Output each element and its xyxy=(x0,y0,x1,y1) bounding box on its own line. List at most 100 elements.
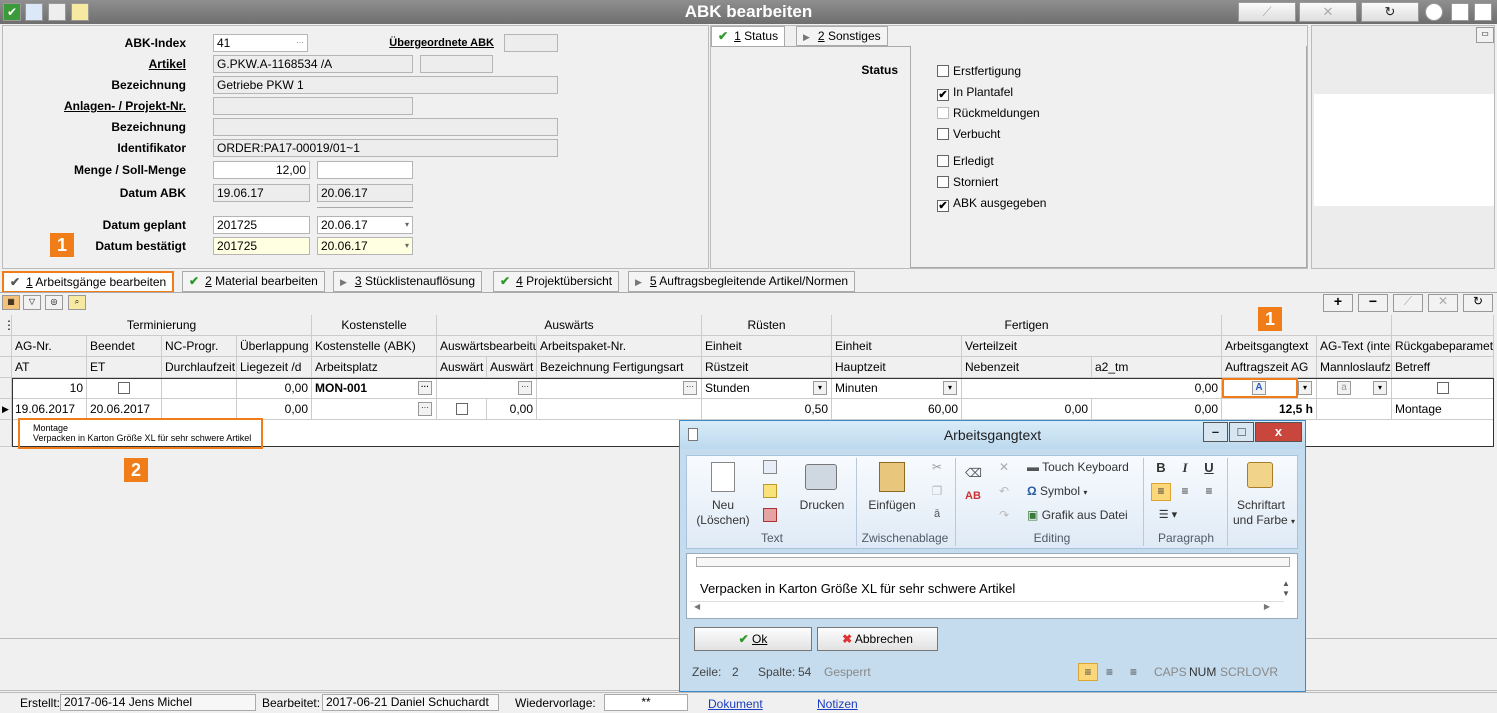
copy-icon[interactable]: ❐ xyxy=(930,484,944,498)
list-icon[interactable]: ☰ ▾ xyxy=(1153,508,1183,521)
col-durchlaufzeit[interactable]: Durchlaufzeit xyxy=(162,357,237,378)
cell-kostenstelle[interactable]: MON-001 ··· xyxy=(312,378,437,399)
cell-auswaerts-value[interactable]: 0,00 xyxy=(487,399,537,420)
font-color-icon[interactable] xyxy=(1247,462,1273,488)
cell-auftragszeit[interactable]: 12,5 h xyxy=(1222,399,1317,420)
datum-geplant-date-input[interactable]: 20.06.17 ▾ xyxy=(317,216,413,234)
status-verbucht[interactable]: Verbucht xyxy=(937,127,1000,141)
cell-liegezeit[interactable]: 0,00 xyxy=(237,399,312,420)
status-align-right-icon[interactable]: ≡ xyxy=(1130,659,1137,685)
checkbox[interactable] xyxy=(455,403,468,415)
col-nc-progr[interactable]: NC-Progr. xyxy=(162,336,237,357)
erase-icon[interactable] xyxy=(763,508,777,522)
editor-text[interactable]: Verpacken in Karton Größe XL für sehr sc… xyxy=(690,579,1284,599)
text-edit-icon[interactable]: a xyxy=(1337,381,1351,395)
dokument-link[interactable]: Dokument xyxy=(708,695,763,713)
bold-button[interactable]: B xyxy=(1153,460,1169,475)
underline-button[interactable]: U xyxy=(1201,460,1217,475)
col-mannloslaufzeit[interactable]: Mannloslaufzeit xyxy=(1317,357,1392,378)
chart-button[interactable]: ⟋ xyxy=(1393,294,1423,312)
bezeichnung2-field[interactable] xyxy=(213,118,558,136)
grafik-button[interactable]: ▣ Grafik aus Datei xyxy=(1027,508,1128,522)
cell-ruestzeit[interactable]: 0,50 xyxy=(702,399,832,420)
cell-ueberlappung[interactable]: 0,00 xyxy=(237,378,312,399)
remove-button[interactable]: − xyxy=(1358,294,1388,312)
tab-auftragsbegleitende[interactable]: ▶ 5 Auftragsbegleitende Artikel/Normen xyxy=(628,271,856,292)
ruler[interactable] xyxy=(696,557,1290,567)
cell-nebenzeit[interactable]: 0,00 xyxy=(962,399,1092,420)
neu-button[interactable]: Neu xyxy=(695,498,751,512)
new-document-icon[interactable] xyxy=(711,462,735,492)
cell-at[interactable]: 19.06.2017 xyxy=(12,399,87,420)
cut-icon[interactable]: ✂ xyxy=(930,460,944,474)
checkbox[interactable]: ✔ xyxy=(937,200,949,212)
soll-menge-input[interactable] xyxy=(317,161,413,179)
ellipsis-icon[interactable]: ··· xyxy=(418,381,432,395)
status-abk-ausgegeben[interactable]: ✔ ABK ausgegeben xyxy=(937,196,1046,212)
col-rueckgabeparameter[interactable]: Rückgabeparameter xyxy=(1392,336,1494,357)
confirm-icon[interactable]: ✔ xyxy=(3,3,21,21)
close-button[interactable]: x xyxy=(1255,422,1302,442)
col-auftragszeit[interactable]: Auftragszeit AG xyxy=(1222,357,1317,378)
cell-beendet[interactable] xyxy=(87,378,162,399)
einfuegen-button[interactable]: Einfügen xyxy=(867,498,917,512)
col-ueberlappung[interactable]: Überlappung xyxy=(237,336,312,357)
abk-index-input[interactable]: 41 ··· xyxy=(213,34,308,52)
italic-button[interactable]: I xyxy=(1177,460,1193,476)
window-icon[interactable] xyxy=(25,3,43,21)
box-icon[interactable] xyxy=(1451,3,1469,21)
artikel-link[interactable]: Artikel xyxy=(30,57,186,71)
checkbox[interactable] xyxy=(937,155,949,167)
col-arbeitsgangtext[interactable]: Arbeitsgangtext xyxy=(1222,336,1317,357)
horizontal-scrollbar[interactable]: ◀ ▶ xyxy=(690,601,1284,614)
search-icon[interactable]: ⌕ xyxy=(68,295,86,310)
cell-nc-progr[interactable] xyxy=(162,378,237,399)
touch-keyboard-button[interactable]: ▬ Touch Keyboard xyxy=(1027,460,1129,474)
maximize-button[interactable]: □ xyxy=(1229,422,1254,442)
abbrechen-button[interactable]: ✖ Abbrechen xyxy=(817,627,938,651)
col-arbeitsplatz[interactable]: Arbeitsplatz xyxy=(312,357,437,378)
cell-hauptzeit[interactable]: 60,00 xyxy=(832,399,962,420)
paste-special-icon[interactable]: ā xyxy=(930,508,944,520)
chevron-down-icon[interactable]: ▾ xyxy=(1298,381,1312,395)
cell-et[interactable]: 20.06.2017 xyxy=(87,399,162,420)
search-icon[interactable] xyxy=(71,3,89,21)
col-fert-einheit[interactable]: Einheit xyxy=(832,336,962,357)
status-align-left-icon[interactable]: ≡ xyxy=(1078,663,1098,681)
add-button[interactable]: + xyxy=(1323,294,1353,312)
col-ag-text-intern[interactable]: AG-Text (intern) xyxy=(1317,336,1392,357)
delete-icon[interactable]: ✕ xyxy=(997,460,1011,474)
checkbox[interactable] xyxy=(937,107,949,119)
uebergeordnete-abk-field[interactable] xyxy=(504,34,558,52)
col-kostenstelle-abk[interactable]: Kostenstelle (ABK) xyxy=(312,336,437,357)
chevron-down-icon[interactable]: ▾ xyxy=(943,381,957,395)
cell-auswaerts[interactable]: ··· xyxy=(437,378,537,399)
cell-ruest-einheit[interactable]: Stunden ▾ xyxy=(702,378,832,399)
datum-bestaetigt-date-input[interactable]: 20.06.17 ▾ xyxy=(317,237,413,255)
drucken-button[interactable]: Drucken xyxy=(795,498,849,512)
scroll-right-icon[interactable]: ▶ xyxy=(1264,602,1270,611)
col-auswaerts-1[interactable]: Auswärt xyxy=(437,357,487,378)
status-in-plantafel[interactable]: ✔ In Plantafel xyxy=(937,85,1013,101)
checkbox[interactable] xyxy=(937,65,949,77)
close-button[interactable]: ✕ xyxy=(1299,2,1357,22)
tab-projektuebersicht[interactable]: ✔ 4 Projektübersicht xyxy=(493,271,620,292)
refresh-button[interactable]: ↻ xyxy=(1361,2,1419,22)
uebergeordnete-abk-link[interactable]: Übergeordnete ABK xyxy=(380,37,494,49)
cell-arbeitspaket[interactable]: ··· xyxy=(537,378,702,399)
ellipsis-icon[interactable]: ··· xyxy=(518,381,532,395)
tab-material[interactable]: ✔ 2 Material bearbeiten xyxy=(182,271,325,292)
print-icon[interactable] xyxy=(1474,3,1492,21)
bezeichnung-field[interactable]: Getriebe PKW 1 xyxy=(213,76,558,94)
cell-verteilzeit[interactable]: 0,00 xyxy=(962,378,1222,399)
eraser-icon[interactable]: ⌫ xyxy=(965,466,982,480)
tab-status[interactable]: ✔ 1 Status xyxy=(711,26,786,46)
col-at[interactable]: AT xyxy=(12,357,87,378)
spellcheck-icon[interactable]: AB xyxy=(965,490,981,502)
redo-icon[interactable]: ↷ xyxy=(997,508,1011,522)
notizen-link[interactable]: Notizen xyxy=(817,695,858,713)
cell-auswaerts-check[interactable] xyxy=(437,399,487,420)
col-bezeichnung-fertigungsart[interactable]: Bezeichnung Fertigungsart xyxy=(537,357,702,378)
grid-icon[interactable]: ▦ xyxy=(2,295,20,310)
cell-mannloslaufzeit[interactable] xyxy=(1317,399,1392,420)
